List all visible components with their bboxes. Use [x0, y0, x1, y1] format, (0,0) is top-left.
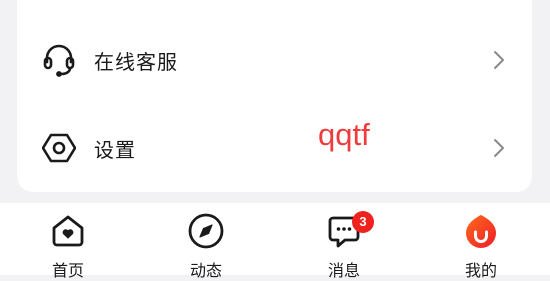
compass-icon	[188, 213, 224, 249]
tab-mine[interactable]: 我的	[431, 203, 531, 280]
settings-card: 在线客服 设置	[17, 0, 532, 192]
headset-icon	[41, 42, 77, 78]
tab-label: 首页	[51, 261, 84, 280]
tab-home[interactable]: 首页	[18, 203, 118, 280]
unread-badge: 3	[352, 211, 374, 233]
watermark-text: qqtf	[318, 117, 370, 152]
tab-label: 我的	[464, 261, 497, 280]
chevron-right-icon	[494, 51, 504, 69]
menu-item-label: 设置	[94, 137, 136, 162]
bottom-tab-bar: 首页 动态 3 消息 我的	[0, 203, 550, 280]
home-heart-icon	[52, 215, 84, 247]
hexagon-settings-icon	[41, 130, 77, 166]
tab-label: 消息	[327, 261, 360, 280]
tab-label: 动态	[189, 261, 222, 280]
menu-item-label: 在线客服	[94, 49, 178, 74]
tab-moments[interactable]: 动态	[156, 203, 256, 280]
menu-item-online-service[interactable]: 在线客服	[17, 30, 532, 90]
tab-messages[interactable]: 3 消息	[294, 203, 394, 280]
menu-item-settings[interactable]: 设置	[17, 118, 532, 178]
profile-logo-icon	[466, 215, 496, 248]
chevron-right-icon	[494, 139, 504, 157]
